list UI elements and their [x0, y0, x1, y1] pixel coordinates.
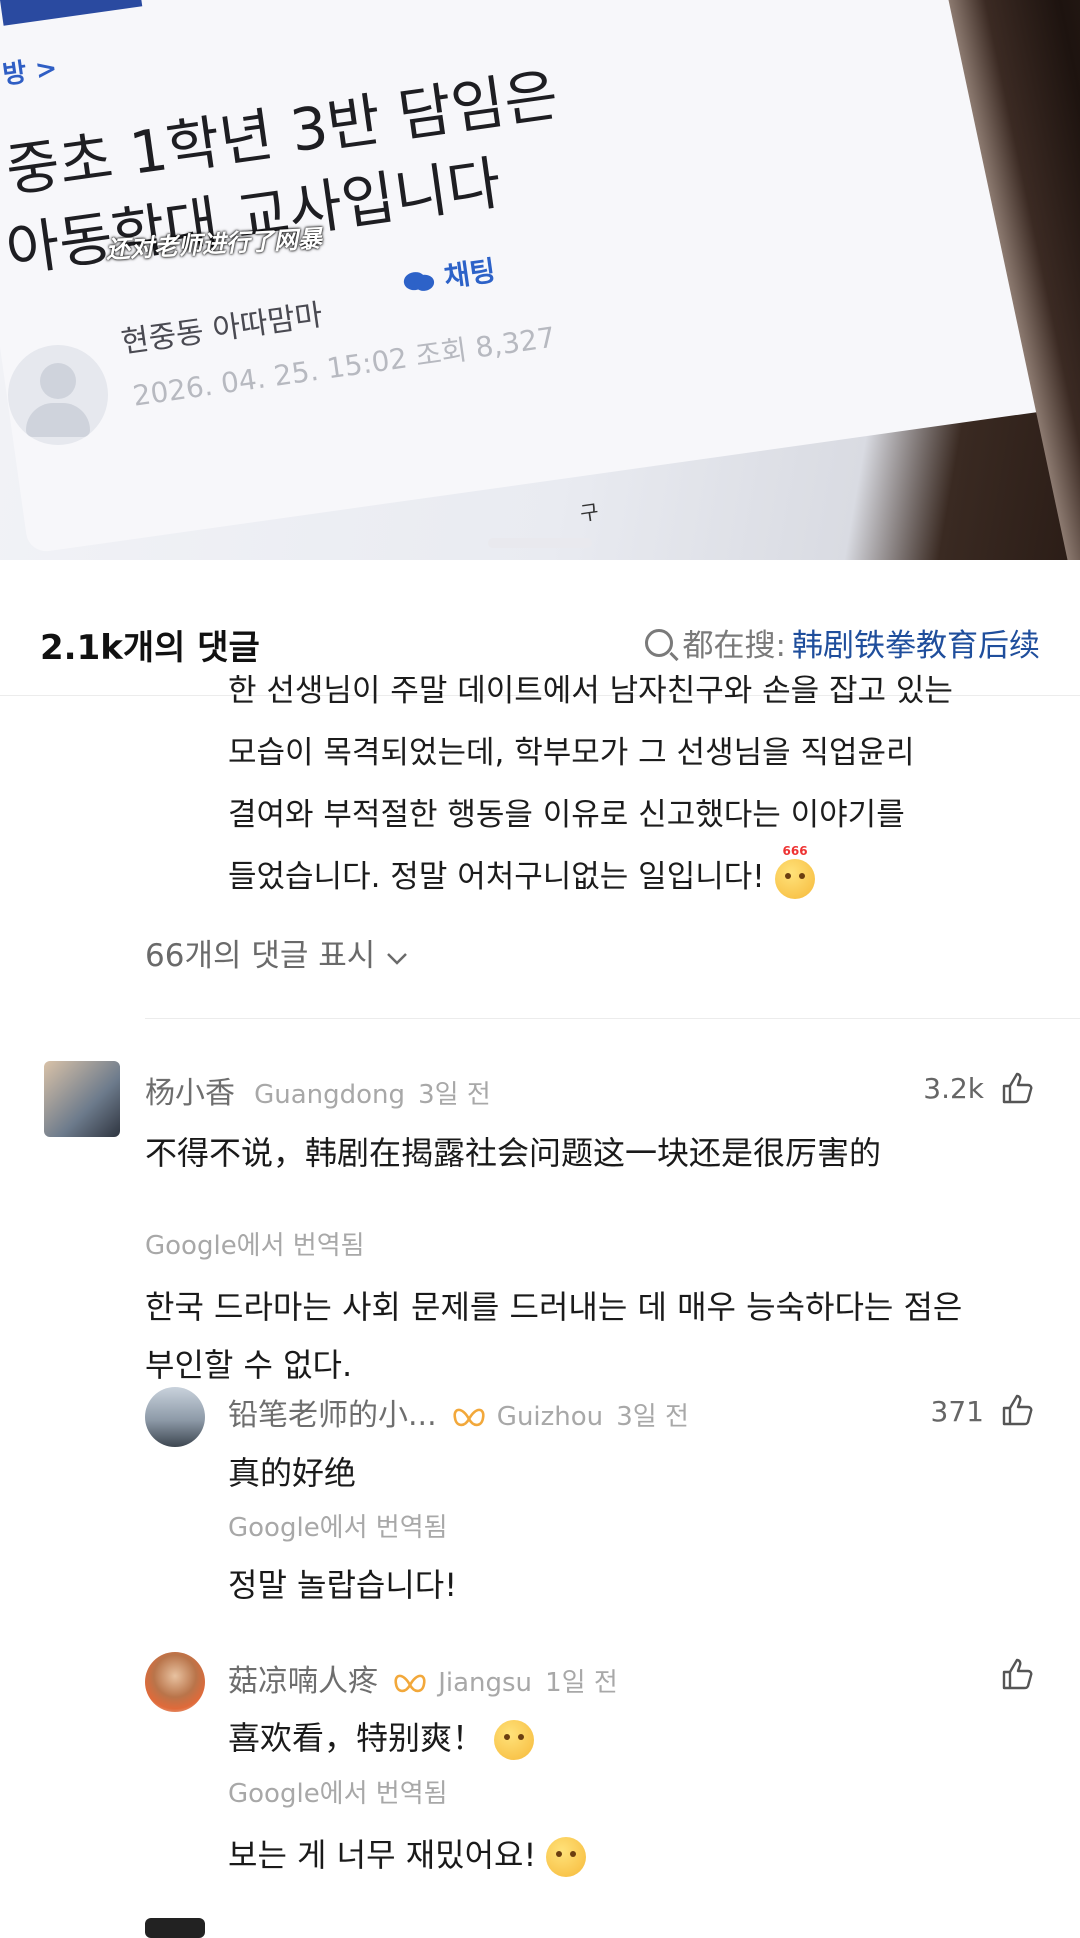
show-replies-button[interactable]: 66개의 댓글 표시 [145, 930, 409, 975]
comment-divider [145, 1018, 1080, 1019]
avatar[interactable] [44, 1061, 120, 1137]
reply-translation-content: 보는 게 너무 재밌어요! [228, 1836, 547, 1874]
reply-author-line: 菇凉喃人疼 Jiangsu 1일 전 [228, 1656, 618, 1702]
thumbs-up-icon[interactable] [1000, 1656, 1036, 1692]
avatar[interactable] [145, 1652, 205, 1712]
butterfly-badge-icon [393, 1672, 427, 1702]
video-profile-avatar [8, 345, 108, 445]
video-text-fragment: 구 [578, 499, 601, 526]
translated-by-google-tag: Google에서 번역됨 [228, 1513, 448, 1543]
video-breadcrumb: 방 > [0, 53, 60, 91]
reply-text-line: 한 선생님이 주말 데이트에서 남자친구와 손을 잡고 있는 [228, 673, 953, 709]
butterfly-badge-icon [452, 1406, 486, 1436]
reply-text-content: 喜欢看，特别爽！ [228, 1719, 485, 1757]
avatar[interactable] [145, 1918, 205, 1938]
comment-translation-line: 부인할 수 없다. [145, 1346, 353, 1384]
chevron-down-icon [385, 938, 409, 974]
reply-text-line: 결여와 부적절한 행동을 이유로 신고했다는 이야기를 [228, 797, 905, 833]
comment-time: 3일 전 [418, 1080, 491, 1110]
trending-search-prefix: 都在搜: [682, 628, 786, 664]
chat-label-text: 채팅 [442, 253, 498, 294]
thumbs-up-icon[interactable] [1000, 1070, 1036, 1106]
reply-translation: 정말 놀랍습니다! [228, 1566, 458, 1604]
like-count: 3.2k [923, 1072, 984, 1105]
reply-author-name[interactable]: 铅笔老师的小... [228, 1398, 437, 1433]
comment-text: 不得不说，韩剧在揭露社会问题这一块还是很厉害的 [145, 1134, 882, 1172]
comment-author-name[interactable]: 杨小香 [145, 1076, 235, 1111]
reply-text: 真的好绝 [228, 1454, 357, 1492]
thinking-emoji-icon [494, 1720, 535, 1760]
comment-translation-line: 한국 드라마는 사회 문제를 드러내는 데 매우 능숙하다는 점은 [145, 1288, 963, 1326]
trending-search-link[interactable]: 都在搜: 韩剧铁拳教育后续 [644, 620, 1040, 665]
thinking-emoji-icon [546, 1837, 587, 1877]
thumbs-up-icon[interactable] [1000, 1392, 1036, 1428]
reply-text-line: 들었습니다. 정말 어처구니없는 일입니다! 666 [228, 845, 815, 908]
show-replies-label: 66개의 댓글 표시 [145, 938, 376, 974]
avatar[interactable] [145, 1387, 205, 1447]
reply-text-line: 모습이 목격되었는데, 학부모가 그 선생님을 직업윤리 [228, 735, 915, 771]
reply-location: Jiangsu [438, 1668, 533, 1698]
reply-text-line-content: 들었습니다. 정말 어처구니없는 일입니다! [228, 859, 775, 895]
reply-time: 1일 전 [545, 1668, 618, 1698]
reply-location: Guizhou [496, 1402, 604, 1432]
thinking-emoji-icon: 666 [774, 845, 815, 899]
video-player[interactable]: 방 > 중초 1학년 3반 담임은 아동학대 교사입니다 还对老师进行了网暴 현… [0, 0, 1080, 560]
like-count: 371 [930, 1395, 984, 1428]
chat-bubble-icon [401, 261, 447, 299]
translated-by-google-tag: Google에서 번역됨 [145, 1231, 365, 1261]
emoji-caption: 666 [782, 843, 808, 858]
reply-time: 3일 전 [616, 1402, 689, 1432]
reply-text: 喜欢看，特别爽！ [228, 1713, 535, 1760]
comments-count: 2.1k개의 댓글 [40, 628, 260, 668]
reply-author-line: 铅笔老师的小... Guizhou 3일 전 [228, 1390, 689, 1436]
comment-author-line: 杨小香 Guangdong 3일 전 [145, 1068, 491, 1112]
comment-location: Guangdong [254, 1080, 406, 1110]
reply-translation: 보는 게 너무 재밌어요! [228, 1830, 587, 1877]
reply-author-name[interactable]: 菇凉喃人疼 [228, 1664, 378, 1699]
trending-search-query: 韩剧铁拳教育后续 [792, 628, 1040, 664]
translated-by-google-tag: Google에서 번역됨 [228, 1779, 448, 1809]
search-icon [644, 628, 673, 657]
video-progress-handle[interactable] [488, 538, 592, 548]
